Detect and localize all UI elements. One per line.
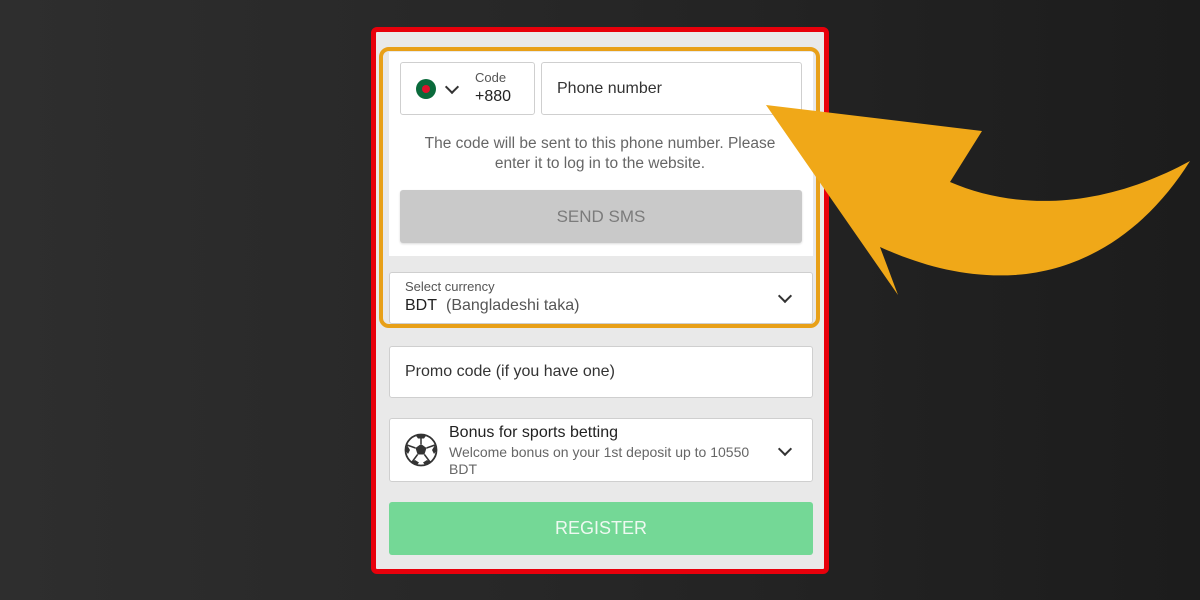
promo-code-field	[389, 346, 813, 398]
soccer-ball-icon	[404, 433, 438, 467]
bonus-description: Welcome bonus on your 1st deposit up to …	[449, 444, 750, 477]
pointer-arrow-icon	[766, 105, 1190, 295]
currency-label: Select currency	[405, 279, 495, 294]
chevron-down-icon	[444, 79, 460, 95]
chevron-down-icon	[777, 441, 793, 457]
currency-select[interactable]: Select currency BDT (Bangladeshi taka)	[389, 272, 813, 324]
send-sms-button[interactable]: SEND SMS	[400, 190, 802, 243]
bangladesh-flag-icon	[416, 79, 436, 99]
currency-name: (Bangladeshi taka)	[446, 297, 580, 314]
currency-code: BDT	[405, 297, 437, 314]
register-button[interactable]: REGISTER	[389, 502, 813, 555]
code-value: +880	[475, 88, 512, 105]
code-label: Code	[475, 70, 507, 85]
sms-hint-text: The code will be sent to this phone numb…	[424, 135, 776, 172]
bonus-title: Bonus for sports betting	[449, 424, 618, 441]
bonus-select[interactable]: Bonus for sports betting Welcome bonus o…	[389, 418, 813, 482]
country-code-selector[interactable]: Code +880	[400, 62, 535, 115]
promo-code-input[interactable]	[390, 347, 812, 397]
